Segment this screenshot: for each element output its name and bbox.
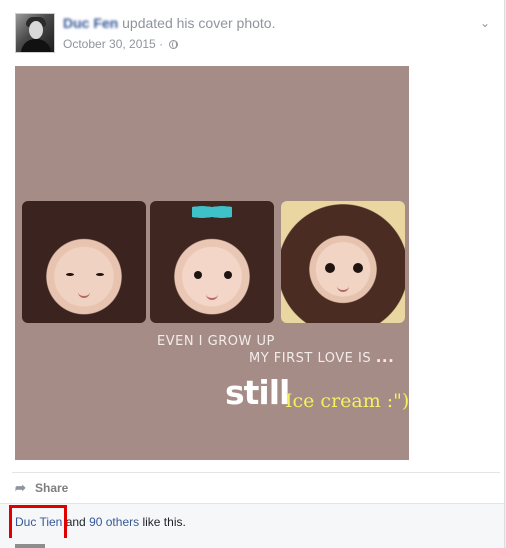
eye [224, 271, 232, 279]
likes-connector: and [65, 515, 86, 529]
eye [96, 273, 104, 276]
mouth [206, 293, 218, 300]
cover-photo[interactable]: EVEN I GROW UP MY FIRST LOVE IS ... stil… [15, 66, 409, 460]
post-header: Duc Fen updated his cover photo. October… [15, 12, 494, 58]
caption-line2-text: MY FIRST LOVE IS [249, 351, 372, 366]
share-label: Share [35, 481, 69, 495]
author-avatar[interactable] [15, 13, 55, 53]
post-card: Duc Fen updated his cover photo. October… [0, 0, 505, 548]
highlight-box [9, 505, 67, 542]
photo-tile-2 [150, 201, 274, 323]
author-name[interactable]: Duc Fen [63, 15, 118, 31]
photo-caption-ice-cream: Ice cream :") [285, 390, 410, 412]
bow [192, 203, 232, 221]
caption-ellipsis: ... [375, 348, 395, 366]
photo-caption-still: still [225, 373, 290, 412]
photo-tile-1 [22, 201, 146, 323]
photo-tile-3 [281, 201, 405, 323]
eye [325, 263, 335, 273]
eye [353, 263, 363, 273]
share-button[interactable]: ➦ Share [15, 480, 68, 496]
eye [66, 273, 74, 276]
post-action-text: updated his cover photo. [122, 15, 276, 31]
divider [12, 472, 500, 473]
chevron-down-icon[interactable]: ⌄ [478, 16, 492, 30]
others-link[interactable]: 90 others [89, 515, 139, 529]
comment-bar [0, 538, 504, 548]
likes-bar: Duc Tien and 90 others like this. [0, 503, 504, 539]
likes-suffix: like this. [142, 515, 186, 529]
post-timestamp[interactable]: October 30, 2015 [63, 37, 156, 51]
meta-separator: · [159, 37, 164, 51]
commenter-avatar [15, 544, 45, 548]
mouth [78, 291, 90, 298]
eye [194, 271, 202, 279]
post-meta: October 30, 2015 · [63, 37, 179, 51]
share-arrow-icon: ➦ [15, 480, 26, 495]
avatar-face [29, 21, 43, 39]
avatar-shoulders [21, 39, 51, 52]
mouth [337, 285, 349, 292]
photo-caption-line2: MY FIRST LOVE IS ... [249, 348, 394, 366]
post-headline: Duc Fen updated his cover photo. [63, 15, 275, 31]
photo-caption-line1: EVEN I GROW UP [157, 334, 275, 349]
globe-icon[interactable] [169, 40, 179, 49]
